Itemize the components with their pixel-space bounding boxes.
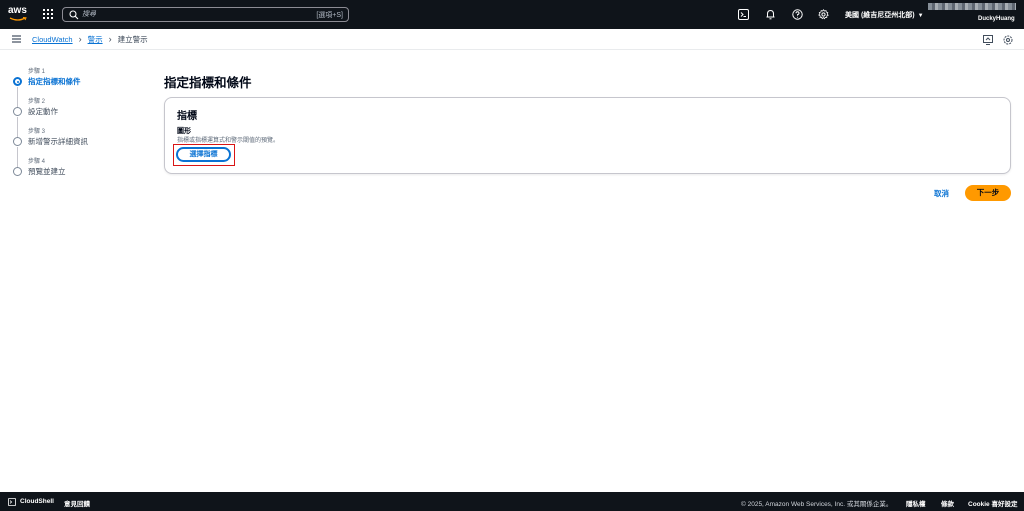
search-shortcut-hint: [選項+S] <box>316 12 343 19</box>
preferences-gear-icon[interactable] <box>1003 35 1013 45</box>
metric-card: 指標 圖形 指標或指標運算式和警示閾值的預覽。 選擇指標 <box>164 97 1011 174</box>
graph-field-description: 指標或指標運算式和警示閾值的預覽。 <box>177 138 280 144</box>
settings-gear-icon[interactable] <box>818 9 829 20</box>
footer: CloudShell 意見回饋 © 2025, Amazon Web Servi… <box>0 492 1024 511</box>
caret-down-icon: ▼ <box>917 13 924 19</box>
breadcrumb-cloudwatch[interactable]: CloudWatch <box>32 35 73 44</box>
breadcrumb-bar: CloudWatch › 警示 › 建立警示 <box>0 29 1024 50</box>
breadcrumb-create-alarm: 建立警示 <box>117 35 148 44</box>
card-title: 指標 <box>177 111 197 122</box>
step-number: 步驟 3 <box>28 129 46 135</box>
step-label: 預覽並建立 <box>28 167 66 176</box>
search-icon <box>69 10 79 20</box>
step-number: 步驟 4 <box>28 159 46 165</box>
cookie-preferences-link[interactable]: Cookie 喜好設定 <box>968 498 1017 508</box>
step-indicator-icon <box>13 167 22 176</box>
next-button[interactable]: 下一步 <box>965 185 1011 201</box>
copyright-text: © 2025, Amazon Web Services, Inc. 或其關係企業… <box>741 501 893 508</box>
feedback-link[interactable]: 意見回饋 <box>64 498 90 508</box>
region-label: 美國 (維吉尼亞州北部) <box>845 12 915 19</box>
feedback-screen-icon[interactable] <box>983 35 993 45</box>
account-id-redacted <box>928 3 1016 10</box>
step-active-indicator-icon <box>13 77 22 86</box>
step-number: 步驟 1 <box>28 69 46 75</box>
search-input[interactable] <box>82 8 302 21</box>
cloudshell-icon[interactable] <box>738 9 749 20</box>
privacy-link[interactable]: 隱私權 <box>906 498 926 508</box>
top-navigation: aws [選項+S] 美國 (維吉尼亞州北部)▼ Duc <box>0 0 1024 29</box>
breadcrumb: CloudWatch › 警示 › 建立警示 <box>32 34 148 45</box>
select-metric-button[interactable]: 選擇指標 <box>176 147 231 162</box>
account-username[interactable]: DuckyHuang <box>978 16 1015 22</box>
step-number: 步驟 2 <box>28 99 46 105</box>
menu-hamburger-icon[interactable] <box>12 35 21 43</box>
step-label: 設定動作 <box>28 107 58 116</box>
cancel-button[interactable]: 取消 <box>934 188 949 199</box>
aws-logo[interactable]: aws <box>8 5 30 23</box>
chevron-right-icon: › <box>78 34 82 44</box>
terms-link[interactable]: 條款 <box>941 498 954 508</box>
services-grid-icon[interactable] <box>43 9 53 19</box>
cloudshell-icon[interactable] <box>8 498 16 506</box>
region-selector[interactable]: 美國 (維吉尼亞州北部) ▼ <box>845 10 924 20</box>
chevron-right-icon: › <box>108 34 112 44</box>
step-indicator-icon <box>13 107 22 116</box>
search-bar[interactable]: [選項+S] <box>62 7 349 22</box>
cloudshell-link[interactable]: CloudShell <box>20 498 54 505</box>
notifications-bell-icon[interactable] <box>765 9 776 20</box>
step-indicator-icon <box>13 137 22 146</box>
aws-logo-text: aws <box>8 5 27 16</box>
page-title: 指定指標和條件 <box>164 76 252 90</box>
aws-smile-icon <box>9 17 27 21</box>
breadcrumb-alarms[interactable]: 警示 <box>88 34 103 45</box>
step-label[interactable]: 指定指標和條件 <box>28 76 81 87</box>
help-icon[interactable] <box>792 9 803 20</box>
step-label: 新增警示詳細資訊 <box>28 137 88 146</box>
